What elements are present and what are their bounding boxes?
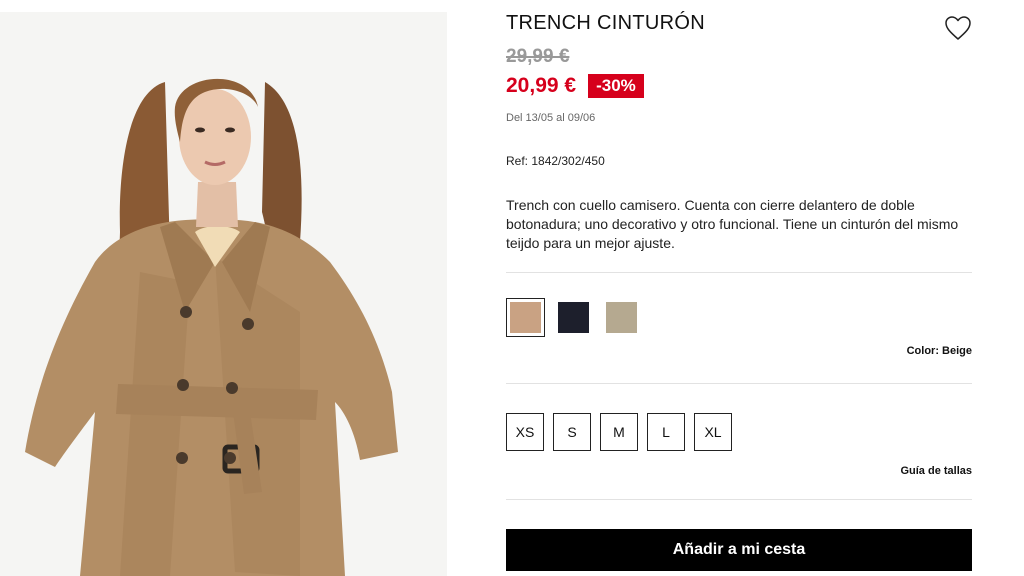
size-option-l[interactable]: L xyxy=(647,413,685,451)
discount-badge: -30% xyxy=(588,74,644,98)
color-swatch-navy[interactable] xyxy=(554,298,593,337)
swatch-fill xyxy=(510,302,541,333)
product-info-panel: TRENCH CINTURÓN 29,99 € 20,99 € -30% Del… xyxy=(506,0,972,576)
color-swatch-beige[interactable] xyxy=(506,298,545,337)
product-reference: Ref: 1842/302/450 xyxy=(506,154,605,168)
original-price: 29,99 € xyxy=(506,46,570,67)
color-swatch-stone[interactable] xyxy=(602,298,641,337)
model-wearing-trench-illustration xyxy=(0,12,447,576)
size-selector: XS S M L XL xyxy=(506,413,732,451)
selected-color-label: Color: Beige xyxy=(906,345,972,357)
promo-dates: Del 13/05 al 09/06 xyxy=(506,112,596,124)
add-to-cart-button[interactable]: Añadir a mi cesta xyxy=(506,529,972,571)
divider xyxy=(506,383,972,384)
size-option-s[interactable]: S xyxy=(553,413,591,451)
size-guide-link[interactable]: Guía de tallas xyxy=(900,465,972,477)
product-title: TRENCH CINTURÓN xyxy=(506,12,705,34)
price-row: 20,99 € -30% xyxy=(506,74,644,98)
divider xyxy=(506,272,972,273)
swatch-fill xyxy=(606,302,637,333)
product-description: Trench con cuello camisero. Cuenta con c… xyxy=(506,197,959,251)
swatch-fill xyxy=(558,302,589,333)
product-image[interactable] xyxy=(0,12,447,576)
sale-price: 20,99 € xyxy=(506,74,577,97)
size-option-xl[interactable]: XL xyxy=(694,413,732,451)
divider xyxy=(506,499,972,500)
size-option-xs[interactable]: XS xyxy=(506,413,544,451)
heart-icon[interactable] xyxy=(944,15,972,41)
color-swatches xyxy=(506,298,641,337)
size-option-m[interactable]: M xyxy=(600,413,638,451)
